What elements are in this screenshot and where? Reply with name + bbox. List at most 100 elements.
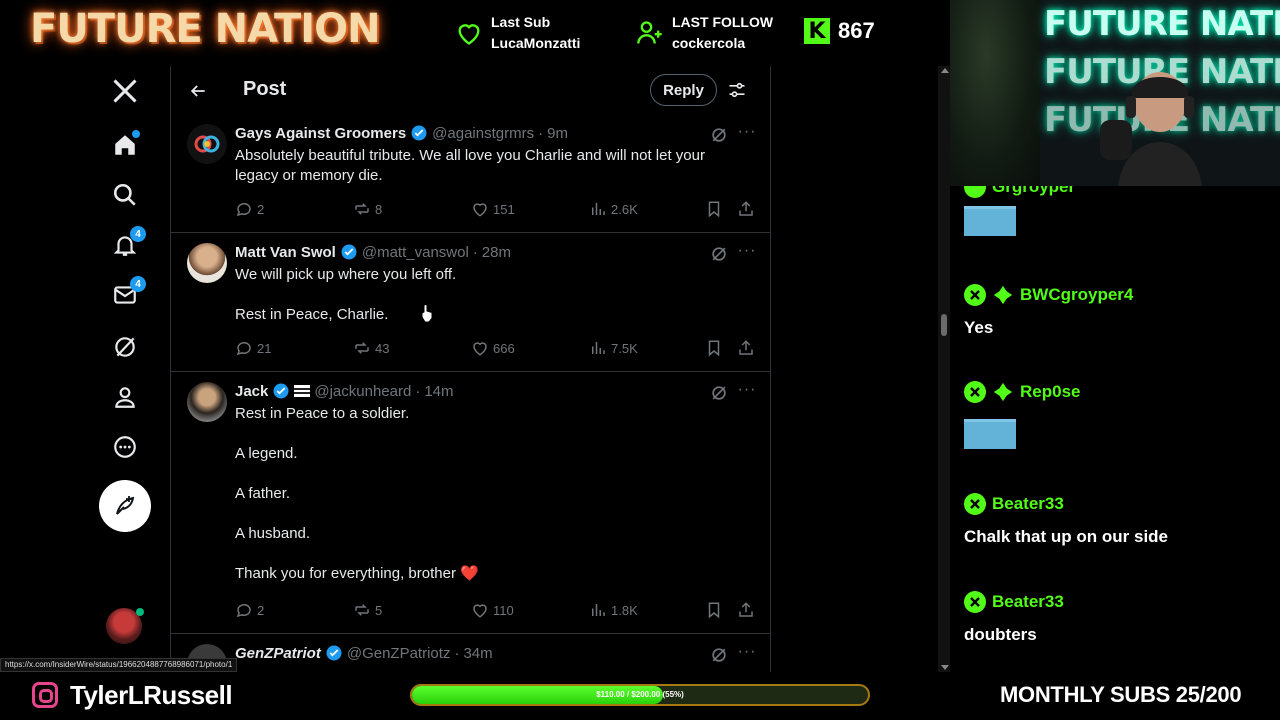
verified-badge-icon <box>411 125 427 141</box>
instagram-handle: TylerLRussell <box>70 680 233 710</box>
reply-count: 2 <box>257 602 265 618</box>
repost-action[interactable]: 5 <box>353 601 382 619</box>
kick-badge-icon <box>964 493 986 515</box>
link-status-bar: https://x.com/InsiderWire/status/1966204… <box>0 658 238 672</box>
x-logo-icon[interactable] <box>104 70 146 112</box>
like-action[interactable]: 666 <box>471 339 515 357</box>
tweet-item[interactable]: Jack @jackunheard · 14m ··· Rest in Peac… <box>171 372 771 634</box>
more-options-icon[interactable]: ··· <box>737 644 757 665</box>
filter-button[interactable] <box>725 78 749 102</box>
chat-username[interactable]: Beater33 <box>992 592 1064 612</box>
grok-icon[interactable] <box>709 125 729 145</box>
scroll-up-arrow[interactable] <box>941 68 949 73</box>
author-name[interactable]: Matt Van Swol <box>235 244 336 261</box>
tweet-time[interactable]: 14m <box>424 383 453 400</box>
bookmark-icon[interactable] <box>705 601 723 619</box>
bookmark-icon[interactable] <box>705 200 723 218</box>
share-icon[interactable] <box>737 200 755 218</box>
webcam-feed: FUTURE NATION FUTURE NATION FUTURE NATIO… <box>950 0 1280 186</box>
nav-explore[interactable] <box>104 174 146 216</box>
kick-follower-widget: K 867 <box>804 18 875 44</box>
chat-username[interactable]: Grgroyper <box>992 186 1075 197</box>
author-handle[interactable]: @matt_vanswol <box>362 244 469 261</box>
reply-action[interactable]: 2 <box>235 601 264 619</box>
scroll-down-arrow[interactable] <box>941 665 949 670</box>
account-avatar[interactable] <box>106 608 144 644</box>
tweet-item[interactable]: GenZPatriot @GenZPatriotz · 34m ··· <box>171 634 771 672</box>
tweet-item[interactable]: Gays Against Groomers @againstgrmrs · 9m… <box>171 114 771 233</box>
page-scrollbar[interactable] <box>938 66 950 672</box>
reply-action[interactable]: 21 <box>235 339 271 357</box>
instagram-icon <box>32 682 58 708</box>
nav-home[interactable] <box>104 124 146 166</box>
tweet-line <box>235 504 735 524</box>
author-name[interactable]: Gays Against Groomers <box>235 125 406 142</box>
tweet-avatar[interactable] <box>187 243 227 283</box>
separator-dot: · <box>538 124 544 142</box>
search-icon <box>113 183 136 206</box>
tweet-time[interactable]: 34m <box>463 645 492 662</box>
like-action[interactable]: 151 <box>471 200 515 218</box>
tweet-header: GenZPatriot @GenZPatriotz · 34m <box>235 644 493 662</box>
nav-grok[interactable] <box>104 326 146 368</box>
kick-badge-icon <box>964 591 986 613</box>
more-options-icon[interactable]: ··· <box>737 124 757 145</box>
share-icon[interactable] <box>737 339 755 357</box>
compose-post-button[interactable] <box>99 480 151 532</box>
nav-profile[interactable] <box>104 376 146 418</box>
grok-icon <box>115 337 135 357</box>
chat-username[interactable]: Rep0se <box>1020 382 1080 402</box>
nav-more[interactable] <box>104 426 146 468</box>
kick-badge-icon <box>964 284 986 306</box>
grok-icon[interactable] <box>709 244 729 264</box>
tweet-actions: 21 43 666 7.5K <box>235 339 759 359</box>
tweet-header: Gays Against Groomers @againstgrmrs · 9m <box>235 124 568 142</box>
views-action[interactable]: 1.8K <box>589 601 638 619</box>
chat-username[interactable]: BWCgroyper4 <box>1020 285 1133 305</box>
tweet-line: A husband. <box>235 525 311 542</box>
nav-messages[interactable]: 4 <box>104 274 146 316</box>
diamond-badge-icon <box>993 382 1013 402</box>
online-dot <box>136 608 144 616</box>
reply-button[interactable]: Reply <box>650 74 717 106</box>
tweet-line: A legend. <box>235 445 298 462</box>
tweet-avatar[interactable] <box>187 124 227 164</box>
verified-badge-icon <box>273 383 289 399</box>
author-handle[interactable]: @GenZPatriotz <box>347 645 451 662</box>
reply-action[interactable]: 2 <box>235 200 264 218</box>
views-action[interactable]: 7.5K <box>589 339 638 357</box>
repost-action[interactable]: 43 <box>353 339 389 357</box>
grok-icon[interactable] <box>709 645 729 665</box>
views-action[interactable]: 2.6K <box>589 200 638 218</box>
last-sub-label: Last Sub <box>491 14 551 30</box>
tweet-time[interactable]: 28m <box>482 244 511 261</box>
separator-dot: · <box>415 382 421 400</box>
tweet-line: Rest in Peace to a soldier. <box>235 405 410 422</box>
scroll-thumb[interactable] <box>941 314 947 336</box>
grok-icon[interactable] <box>709 383 729 403</box>
sub-goal-bar: $110.00 / $200.00 (55%) <box>410 684 870 706</box>
tweet-text: Absolutely beautiful tribute. We all lov… <box>235 146 735 186</box>
tweet-line <box>235 544 735 564</box>
tweet-time[interactable]: 9m <box>547 125 568 142</box>
author-handle[interactable]: @againstgrmrs <box>432 125 534 142</box>
like-action[interactable]: 110 <box>471 601 514 619</box>
tweet-line <box>235 424 735 444</box>
nav-notifications[interactable]: 4 <box>104 224 146 266</box>
author-name[interactable]: GenZPatriot <box>235 645 321 662</box>
tweet-item[interactable]: Matt Van Swol @matt_vanswol · 28m ··· We… <box>171 233 771 372</box>
author-name[interactable]: Jack <box>235 383 268 400</box>
share-icon[interactable] <box>737 601 755 619</box>
back-button[interactable] <box>185 78 211 104</box>
tweet-line: Thank you for everything, brother ❤️ <box>235 565 479 582</box>
bookmark-icon[interactable] <box>705 339 723 357</box>
last-follow-label: LAST FOLLOW <box>672 14 774 30</box>
chat-message: BWCgroyper4 Yes <box>964 284 1133 338</box>
author-handle[interactable]: @jackunheard <box>314 383 411 400</box>
repost-action[interactable]: 8 <box>353 200 382 218</box>
chat-username[interactable]: Beater33 <box>992 494 1064 514</box>
more-options-icon[interactable]: ··· <box>737 382 757 403</box>
diamond-badge-icon <box>993 285 1013 305</box>
more-options-icon[interactable]: ··· <box>737 243 757 264</box>
tweet-avatar[interactable] <box>187 382 227 422</box>
